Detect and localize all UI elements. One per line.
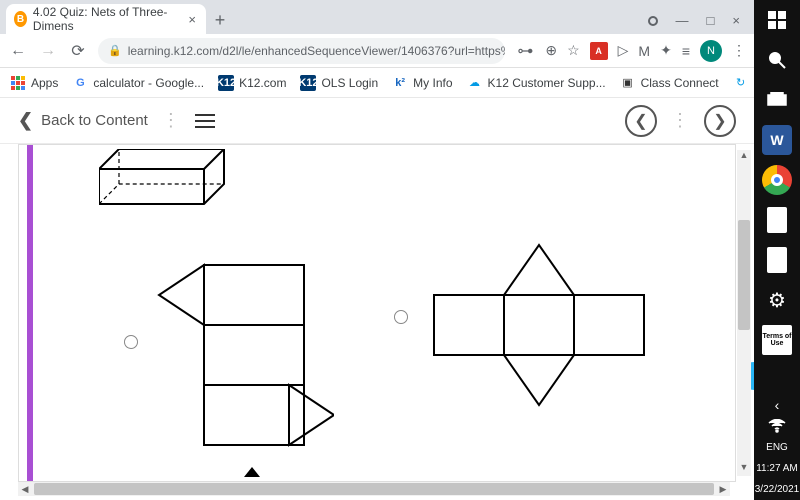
- nav-forward-button[interactable]: →: [38, 42, 58, 60]
- tray-expand-icon[interactable]: ‹: [754, 395, 800, 415]
- key-icon[interactable]: ⊶: [515, 41, 535, 61]
- selection-accent-bar: [27, 145, 33, 481]
- tray-date[interactable]: 3/22/2021: [755, 479, 800, 500]
- browser-window: B 4.02 Quiz: Nets of Three-Dimens × + — …: [0, 0, 754, 500]
- extension-icons: ⊕ ☆ A ▷ M ✦ ≡ N ⋮: [545, 40, 746, 62]
- bookmark-item[interactable]: G calculator - Google...: [72, 75, 204, 91]
- nav-reload-button[interactable]: ⟳: [68, 41, 88, 61]
- tab-title: 4.02 Quiz: Nets of Three-Dimens: [33, 5, 174, 33]
- scrollbar-thumb[interactable]: [738, 220, 750, 330]
- content-header: ❮ Back to Content ⋮ ❮ ⋮ ❯: [0, 98, 754, 144]
- taskbar-settings-icon[interactable]: ⚙: [754, 280, 800, 320]
- content-prev-button[interactable]: ❮: [625, 105, 657, 137]
- lock-icon: 🔒: [108, 44, 122, 57]
- bookmark-label: K12.com: [239, 76, 286, 90]
- taskbar-app-terms[interactable]: Terms of Use: [754, 320, 800, 360]
- bookmark-item[interactable]: K12 K12.com: [218, 75, 286, 91]
- browser-tab[interactable]: B 4.02 Quiz: Nets of Three-Dimens ×: [6, 4, 206, 34]
- windows-start-button[interactable]: [754, 0, 800, 40]
- address-bar: ← → ⟳ 🔒 learning.k12.com/d2l/le/enhanced…: [0, 34, 754, 68]
- bookmarks-bar: Apps G calculator - Google... K12 K12.co…: [0, 68, 754, 98]
- bookmark-label: K12 Customer Supp...: [488, 76, 606, 90]
- taskbar-app-chrome[interactable]: [754, 160, 800, 200]
- reading-list-icon[interactable]: ≡: [682, 43, 690, 59]
- account-dot-icon[interactable]: [648, 16, 658, 26]
- tab-close-icon[interactable]: ×: [188, 12, 196, 27]
- bookmark-label: Apps: [31, 76, 58, 90]
- bookmark-item[interactable]: k² My Info: [392, 75, 452, 91]
- answer-radio-1[interactable]: [124, 335, 138, 349]
- k12-icon: K12: [218, 75, 234, 91]
- cloud-icon: ☁: [467, 75, 483, 91]
- scroll-up-arrow-icon[interactable]: ▲: [737, 150, 751, 164]
- bookmark-label: calculator - Google...: [93, 76, 204, 90]
- horizontal-scrollbar[interactable]: ◀ ▶: [18, 482, 730, 496]
- tray-language[interactable]: ENG: [766, 437, 788, 458]
- scroll-down-arrow-icon[interactable]: ▼: [737, 462, 751, 476]
- pdf-extension-icon[interactable]: A: [590, 42, 608, 60]
- answer-radio-2[interactable]: [394, 310, 408, 324]
- content-next-button[interactable]: ❯: [704, 105, 736, 137]
- google-icon: G: [72, 75, 88, 91]
- bookmark-label: My Info: [413, 76, 452, 90]
- bookmark-label: Class Connect: [641, 76, 719, 90]
- nav-back-button[interactable]: ←: [8, 42, 28, 60]
- back-to-content-button[interactable]: ❮ Back to Content: [18, 110, 148, 131]
- figure-net-option-2: [424, 235, 654, 415]
- wifi-icon[interactable]: [754, 415, 800, 437]
- header-menu-dots-icon[interactable]: ⋮: [162, 110, 181, 131]
- extensions-puzzle-icon[interactable]: ✦: [660, 42, 672, 59]
- new-tab-button[interactable]: +: [206, 6, 234, 34]
- chrome-menu-icon[interactable]: ⋮: [732, 42, 746, 59]
- taskbar-app-document[interactable]: [754, 200, 800, 240]
- hamburger-menu-icon[interactable]: [195, 114, 215, 128]
- window-maximize-button[interactable]: □: [707, 13, 715, 28]
- ext-m-icon[interactable]: M: [638, 43, 650, 59]
- scrollbar-thumb[interactable]: [34, 483, 714, 495]
- zoom-icon[interactable]: ⊕: [545, 42, 557, 59]
- task-view-icon[interactable]: [754, 80, 800, 120]
- connect-icon: ▣: [620, 75, 636, 91]
- k2-icon: k²: [392, 75, 408, 91]
- windows-taskbar: W ⚙ Terms of Use ‹ ENG 11:27 AM 3/22/202…: [754, 0, 800, 500]
- bookmark-apps[interactable]: Apps: [10, 75, 58, 91]
- tray-time[interactable]: 11:27 AM: [756, 458, 798, 479]
- scroll-right-arrow-icon[interactable]: ▶: [716, 482, 730, 496]
- apps-grid-icon: [10, 75, 26, 91]
- figure-rectangular-prism: [99, 149, 229, 209]
- scroll-left-arrow-icon[interactable]: ◀: [18, 482, 32, 496]
- header-menu-dots-icon[interactable]: ⋮: [671, 110, 690, 131]
- quiz-content: [18, 144, 736, 482]
- tab-strip: B 4.02 Quiz: Nets of Three-Dimens × + — …: [0, 0, 754, 34]
- back-to-content-label: Back to Content: [41, 112, 148, 129]
- bookmark-item[interactable]: K12 OLS Login: [300, 75, 378, 91]
- bookmark-item[interactable]: ☁ K12 Customer Supp...: [467, 75, 606, 91]
- chevron-left-icon: ❮: [634, 111, 647, 131]
- tab-favicon: B: [14, 11, 27, 27]
- logmein-icon: ↻: [733, 75, 749, 91]
- url-text: learning.k12.com/d2l/le/enhancedSequence…: [128, 44, 506, 58]
- quiz-viewport: ▲ ▼ ◀ ▶: [0, 144, 754, 500]
- bookmark-label: OLS Login: [321, 76, 378, 90]
- windows-search-icon[interactable]: [754, 40, 800, 80]
- chevron-left-icon: ❮: [18, 110, 33, 131]
- bookmark-star-icon[interactable]: ☆: [567, 42, 580, 59]
- taskbar-app-document[interactable]: [754, 240, 800, 280]
- taskbar-app-word[interactable]: W: [754, 120, 800, 160]
- window-close-button[interactable]: ×: [732, 13, 740, 28]
- vertical-scrollbar[interactable]: ▲ ▼: [737, 150, 751, 476]
- triangle-fragment-icon: [244, 467, 260, 477]
- cast-icon[interactable]: ▷: [618, 42, 629, 59]
- profile-avatar[interactable]: N: [700, 40, 722, 62]
- chevron-right-icon: ❯: [713, 111, 726, 131]
- bookmark-item[interactable]: ▣ Class Connect: [620, 75, 719, 91]
- k12-icon: K12: [300, 75, 316, 91]
- window-minimize-button[interactable]: —: [676, 13, 689, 28]
- url-input[interactable]: 🔒 learning.k12.com/d2l/le/enhancedSequen…: [98, 38, 505, 64]
- window-controls: — □ ×: [648, 13, 754, 34]
- figure-net-option-1: [154, 255, 334, 465]
